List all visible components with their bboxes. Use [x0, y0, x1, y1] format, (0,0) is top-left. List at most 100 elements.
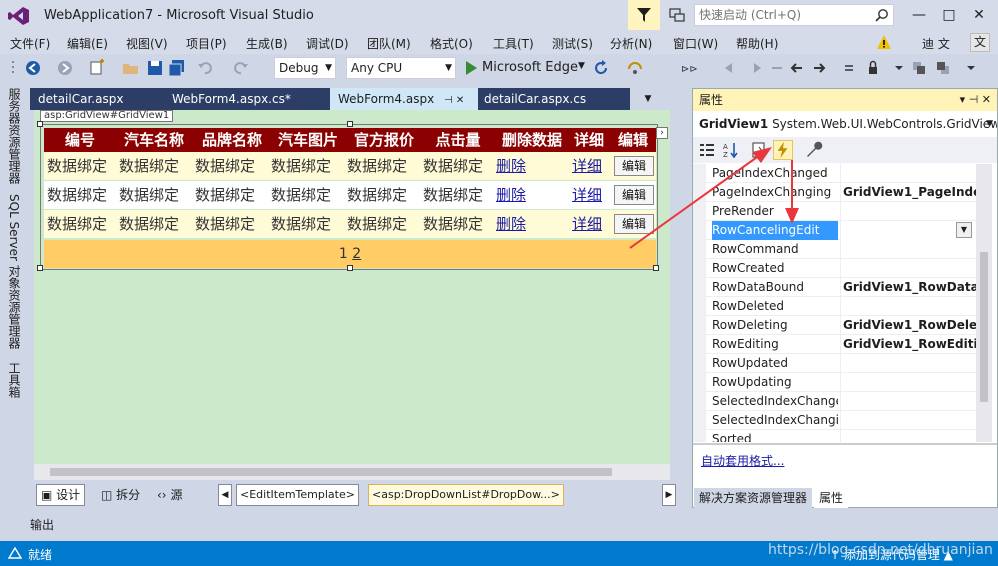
horizontal-scrollbar-thumb[interactable] — [50, 468, 612, 476]
nav-back-icon[interactable] — [788, 59, 806, 77]
breadcrumb-edititemtemplate[interactable]: <EditItemTemplate> — [236, 484, 359, 506]
property-row[interactable]: RowUpdating — [706, 373, 976, 392]
tab-webform4-aspx-cs[interactable]: WebForm4.aspx.cs* — [164, 88, 324, 110]
delete-link[interactable]: 删除 — [496, 152, 526, 180]
resize-handle[interactable] — [347, 265, 353, 271]
breadcrumb-dropdownlist[interactable]: <asp:DropDownList#DropDow...> — [368, 484, 564, 506]
pager-page-2[interactable]: 2 — [352, 246, 361, 262]
minimize-button[interactable]: — — [904, 4, 934, 26]
feedback-icon[interactable] — [668, 6, 686, 24]
bookmark-prev-icon[interactable] — [722, 59, 740, 77]
alphabetical-icon[interactable]: AZ — [721, 140, 741, 160]
detail-link[interactable]: 详细 — [572, 181, 602, 209]
property-row-selected[interactable]: RowCancelingEdit ▼ — [706, 221, 976, 240]
property-row[interactable]: RowDataBoundGridView1_RowDataBound — [706, 278, 976, 297]
notification-filter-icon[interactable] — [628, 0, 660, 30]
menu-file[interactable]: 文件(F) — [10, 35, 50, 52]
property-row[interactable]: RowCommand — [706, 240, 976, 259]
bookmark-next-icon[interactable] — [746, 59, 764, 77]
toolbar-overflow-icon[interactable] — [890, 59, 908, 77]
nav-forward-icon[interactable] — [810, 59, 828, 77]
back-icon[interactable] — [24, 59, 42, 77]
source-view-button[interactable]: ‹› 源 — [152, 484, 187, 506]
avatar[interactable]: 文 — [970, 33, 990, 52]
menu-analyze[interactable]: 分析(N) — [610, 35, 652, 52]
property-row[interactable]: RowEditingGridView1_RowEditing — [706, 335, 976, 354]
menu-help[interactable]: 帮助(H) — [736, 35, 778, 52]
delete-link[interactable]: 删除 — [496, 181, 526, 209]
quick-launch-input[interactable] — [695, 5, 867, 25]
bring-front-icon[interactable] — [910, 59, 928, 77]
menu-project[interactable]: 项目(P) — [186, 35, 227, 52]
align-equal-icon[interactable] — [840, 59, 858, 77]
tab-pin-close-icon[interactable]: ⊣ ✕ — [444, 95, 464, 106]
tab-list-chevron-icon[interactable]: ▼ — [640, 90, 656, 108]
tab-webform4-aspx[interactable]: WebForm4.aspx ⊣ ✕ — [330, 88, 478, 110]
property-row[interactable]: PreRender — [706, 202, 976, 221]
delete-link[interactable]: 删除 — [496, 210, 526, 238]
edit-button[interactable]: 编辑 — [614, 156, 654, 176]
solution-platform-select[interactable]: Any CPU ▼ — [346, 57, 456, 79]
detail-link[interactable]: 详细 — [572, 210, 602, 238]
start-icon[interactable] — [462, 59, 480, 77]
property-row[interactable]: PageIndexChangingGridView1_PageIndexChan… — [706, 183, 976, 202]
chevron-down-icon[interactable]: ▼ — [956, 222, 972, 238]
save-all-icon[interactable] — [168, 59, 186, 77]
tab-detailcar-aspx-cs[interactable]: detailCar.aspx.cs — [476, 88, 630, 110]
menu-test[interactable]: 测试(S) — [552, 35, 593, 52]
property-row[interactable]: PageIndexChanged — [706, 164, 976, 183]
breadcrumb-scroll-right-icon[interactable]: ▶ — [662, 484, 676, 506]
menu-debug[interactable]: 调试(D) — [306, 35, 349, 52]
close-button[interactable]: ✕ — [964, 4, 994, 26]
resize-handle[interactable] — [347, 121, 353, 127]
resize-handle[interactable] — [37, 265, 43, 271]
detail-link[interactable]: 详细 — [572, 152, 602, 180]
server-explorer-tab[interactable]: 服务器资源管理器 — [6, 88, 23, 184]
tab-solution-explorer[interactable]: 解决方案资源管理器 — [694, 488, 813, 508]
properties-page-icon[interactable] — [749, 140, 769, 160]
split-view-button[interactable]: ◫ 拆分 — [96, 484, 145, 506]
search-icon[interactable] — [875, 8, 889, 22]
edit-button[interactable]: 编辑 — [614, 185, 654, 205]
maximize-button[interactable]: □ — [934, 4, 964, 26]
run-target-chevron-icon[interactable]: ▼ — [578, 61, 585, 71]
design-view-button[interactable]: ▣ 设计 — [36, 484, 86, 506]
format-icon[interactable]: ⊳⊳ — [680, 59, 698, 77]
open-folder-icon[interactable] — [122, 59, 140, 77]
property-row[interactable]: SelectedIndexChanging — [706, 411, 976, 430]
smart-tag-chevron-icon[interactable]: › — [656, 127, 668, 139]
menu-edit[interactable]: 编辑(E) — [67, 35, 108, 52]
toolbar-more-icon[interactable] — [962, 59, 980, 77]
warning-icon[interactable] — [876, 34, 892, 50]
menu-window[interactable]: 窗口(W) — [673, 35, 718, 52]
categorized-icon[interactable] — [697, 140, 717, 160]
undo-icon[interactable] — [196, 59, 214, 77]
sql-server-explorer-tab[interactable]: SQL Server 对象资源管理器 — [6, 194, 23, 349]
browser-link-icon[interactable] — [626, 59, 644, 77]
property-pages-wrench-icon[interactable] — [803, 140, 823, 160]
toolbox-tab[interactable]: 工具箱 — [6, 362, 23, 398]
properties-scrollbar-thumb[interactable] — [980, 252, 988, 402]
breadcrumb-scroll-left-icon[interactable]: ◀ — [218, 484, 232, 506]
solution-config-select[interactable]: Debug ▼ — [274, 57, 336, 79]
menu-tools[interactable]: 工具(T) — [493, 35, 534, 52]
menu-view[interactable]: 视图(V) — [126, 35, 168, 52]
property-row[interactable]: RowCreated — [706, 259, 976, 278]
output-panel-tab[interactable]: 输出 — [30, 516, 54, 533]
gridview[interactable]: 编号 汽车名称 品牌名称 汽车图片 官方报价 点击量 删除数据 详细 编辑 数据… — [37, 121, 659, 271]
send-back-icon[interactable] — [934, 59, 952, 77]
tab-detailcar-aspx[interactable]: detailCar.aspx — [30, 88, 160, 110]
resize-handle[interactable] — [653, 265, 659, 271]
properties-object-selector[interactable]: GridView1 System.Web.UI.WebControls.Grid… — [693, 113, 997, 135]
property-row[interactable]: Sorted — [706, 430, 976, 442]
property-row[interactable]: RowUpdated — [706, 354, 976, 373]
refresh-icon[interactable] — [592, 59, 610, 77]
events-lightning-icon[interactable] — [773, 140, 793, 160]
property-row[interactable]: RowDeleted — [706, 297, 976, 316]
save-icon[interactable] — [146, 59, 164, 77]
forward-icon[interactable] — [56, 59, 74, 77]
panel-window-buttons[interactable]: ▾ ⊣ ✕ — [960, 89, 991, 111]
run-target-label[interactable]: Microsoft Edge — [482, 60, 578, 75]
properties-splitter[interactable] — [693, 443, 997, 445]
lock-icon[interactable] — [864, 59, 882, 77]
